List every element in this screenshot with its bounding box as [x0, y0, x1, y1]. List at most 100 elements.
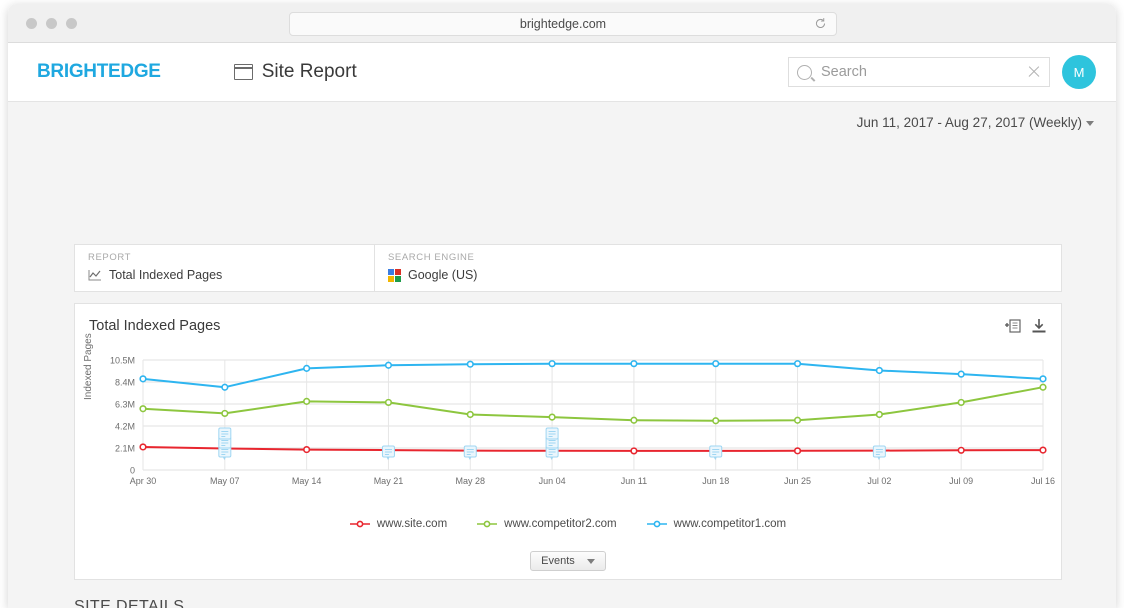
chart-point[interactable] — [304, 399, 310, 405]
report-filter-bar: REPORT Total Indexed Pages SEARCH ENGINE — [74, 244, 1062, 292]
report-filter-value-row: Total Indexed Pages — [88, 268, 374, 282]
chart-point[interactable] — [795, 417, 801, 423]
minimize-window-dot[interactable] — [46, 18, 57, 29]
reload-icon[interactable] — [814, 17, 827, 30]
chart-y-tick-label: 4.2M — [115, 422, 135, 432]
chart-point[interactable] — [467, 361, 473, 367]
annotation-tail — [468, 457, 471, 460]
chart-point[interactable] — [304, 366, 310, 372]
address-bar[interactable]: brightedge.com — [289, 12, 837, 36]
legend-label: www.competitor2.com — [504, 518, 616, 530]
brightedge-logo[interactable]: BRIGHTEDGE — [37, 61, 161, 83]
line-chart-icon — [88, 269, 102, 281]
chart-point[interactable] — [877, 368, 883, 374]
page-title: Site Report — [234, 61, 357, 83]
chart-point[interactable] — [467, 412, 473, 418]
date-range-selector[interactable]: Jun 11, 2017 - Aug 27, 2017 (Weekly) — [857, 115, 1094, 130]
chevron-down-icon — [1086, 121, 1094, 126]
maximize-window-dot[interactable] — [66, 18, 77, 29]
legend-item[interactable]: www.competitor2.com — [477, 518, 616, 530]
chart-point[interactable] — [386, 362, 392, 368]
chart-y-tick-label: 0 — [130, 466, 135, 476]
header-right: M — [788, 55, 1096, 89]
annotation-tail — [223, 457, 226, 460]
close-window-dot[interactable] — [26, 18, 37, 29]
events-button[interactable]: Events — [530, 551, 606, 571]
chart-y-tick-label: 10.5M — [110, 356, 135, 366]
annotation-icon[interactable] — [464, 446, 476, 460]
annotation-icon[interactable] — [382, 446, 394, 460]
chart-point[interactable] — [631, 361, 637, 367]
chart-point[interactable] — [549, 414, 555, 420]
chart-point[interactable] — [877, 412, 883, 418]
legend-item[interactable]: www.site.com — [350, 518, 447, 530]
global-search[interactable] — [788, 57, 1050, 87]
add-annotation-icon[interactable] — [1005, 318, 1021, 334]
chart-point[interactable] — [222, 384, 228, 390]
google-icon — [388, 269, 401, 282]
legend-swatch — [477, 519, 497, 529]
chart-point[interactable] — [140, 444, 146, 450]
page-title-text: Site Report — [262, 61, 357, 83]
chart-point[interactable] — [140, 406, 146, 412]
chart-y-tick-label: 6.3M — [115, 400, 135, 410]
report-filter-value: Total Indexed Pages — [109, 268, 222, 282]
chart-point[interactable] — [1040, 447, 1046, 453]
annotation-icon[interactable] — [219, 428, 231, 439]
chart-point[interactable] — [795, 361, 801, 367]
chart-point[interactable] — [549, 361, 555, 367]
chart-x-tick-label: Jun 11 — [621, 476, 647, 486]
report-filter[interactable]: REPORT Total Indexed Pages — [75, 245, 375, 291]
chart-point[interactable] — [958, 371, 964, 377]
legend-label: www.competitor1.com — [674, 518, 786, 530]
annotation-icon[interactable] — [546, 428, 558, 439]
chart-point[interactable] — [958, 400, 964, 406]
chart-svg[interactable]: 02.1M4.2M6.3M8.4M10.5MApr 30May 07May 14… — [75, 350, 1061, 500]
annotation-tail — [386, 457, 389, 460]
chart-line-www.competitor1.com[interactable] — [143, 364, 1043, 388]
page-body: Jun 11, 2017 - Aug 27, 2017 (Weekly) REP… — [8, 102, 1116, 608]
chart-y-tick-label: 2.1M — [115, 444, 135, 454]
chart-point[interactable] — [386, 400, 392, 406]
chart-point[interactable] — [713, 418, 719, 424]
annotation-icon[interactable] — [873, 446, 885, 460]
chevron-down-icon — [587, 559, 595, 564]
search-engine-filter[interactable]: SEARCH ENGINE Google (US) — [375, 245, 477, 291]
annotation-icon[interactable] — [710, 446, 722, 460]
app-header: BRIGHTEDGE Site Report M — [8, 43, 1116, 102]
chart-x-tick-label: Jun 25 — [784, 476, 811, 486]
chart-point[interactable] — [1040, 376, 1046, 382]
legend-item[interactable]: www.competitor1.com — [647, 518, 786, 530]
chart-plot-area: Indexed Pages 02.1M4.2M6.3M8.4M10.5MApr … — [75, 350, 1061, 500]
chart-point[interactable] — [631, 448, 637, 454]
chart-point[interactable] — [222, 411, 228, 417]
events-button-label: Events — [541, 555, 575, 567]
annotation-tail — [714, 457, 717, 460]
chart-point[interactable] — [140, 376, 146, 382]
chart-point[interactable] — [631, 417, 637, 423]
chart-point[interactable] — [304, 447, 310, 453]
window-icon — [234, 64, 253, 80]
avatar[interactable]: M — [1062, 55, 1096, 89]
window-controls[interactable] — [26, 18, 77, 29]
url-text: brightedge.com — [520, 17, 606, 31]
chart-point[interactable] — [958, 448, 964, 454]
chart-x-tick-label: Jun 18 — [702, 476, 729, 486]
search-engine-value-row: Google (US) — [388, 268, 477, 282]
search-engine-filter-label: SEARCH ENGINE — [388, 252, 477, 263]
legend-swatch — [350, 519, 370, 529]
search-input[interactable] — [819, 63, 1027, 81]
search-icon — [797, 65, 812, 80]
chart-point[interactable] — [1040, 384, 1046, 390]
date-range-text: Jun 11, 2017 - Aug 27, 2017 (Weekly) — [857, 115, 1082, 130]
chart-y-axis-label: Indexed Pages — [83, 333, 94, 400]
chart-point[interactable] — [713, 361, 719, 367]
chart-point[interactable] — [795, 448, 801, 454]
search-engine-value: Google (US) — [408, 268, 477, 282]
chart-x-tick-label: May 21 — [374, 476, 404, 486]
chart-legend: www.site.com www.competitor2.com www.com… — [75, 518, 1061, 530]
close-icon[interactable] — [1027, 65, 1041, 79]
download-icon[interactable] — [1031, 318, 1047, 334]
chart-x-tick-label: Jun 04 — [539, 476, 566, 486]
browser-chrome: brightedge.com — [8, 4, 1116, 43]
